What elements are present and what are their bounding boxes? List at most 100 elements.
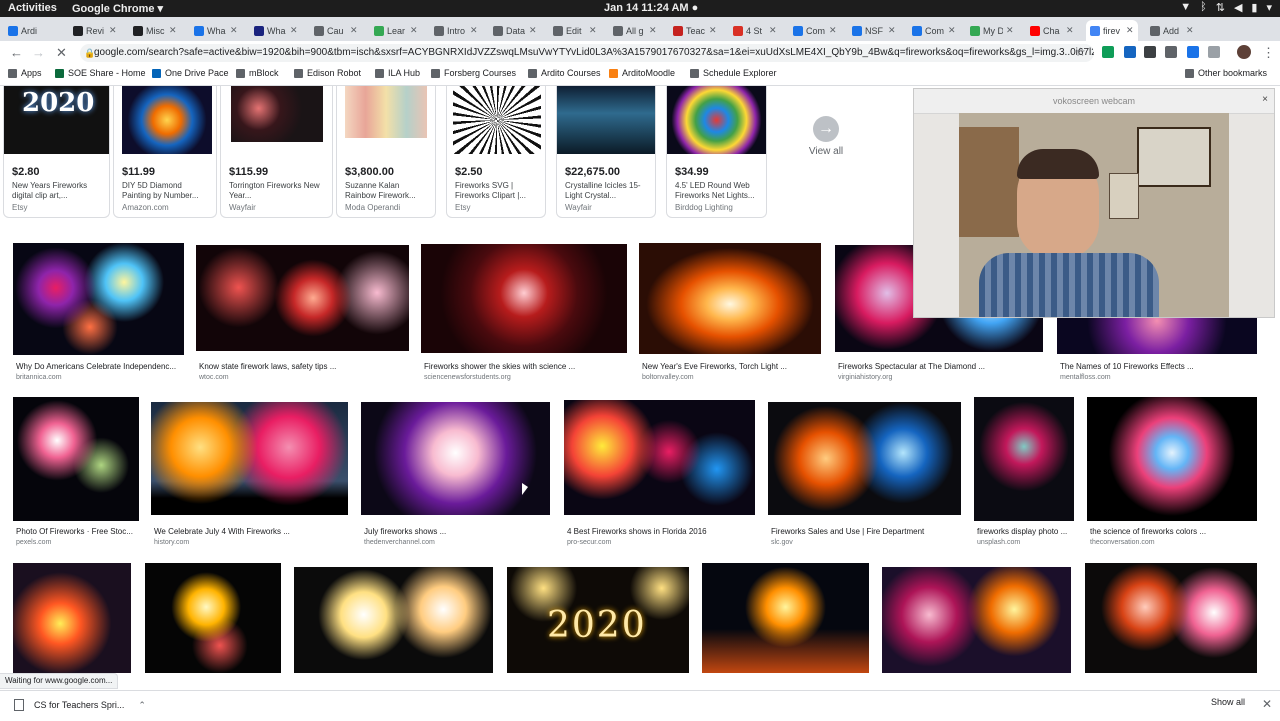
- shopping-card[interactable]: $34.99 4.5' LED Round Web Fireworks Net …: [666, 86, 767, 218]
- browser-tab[interactable]: Ardi: [8, 20, 41, 41]
- favicon-icon: [374, 25, 384, 36]
- browser-tab[interactable]: Cha ✕: [1030, 20, 1074, 41]
- folder-icon: [528, 68, 537, 78]
- forward-icon[interactable]: →: [32, 45, 45, 60]
- extension-icon[interactable]: [1187, 46, 1199, 58]
- extension-icon[interactable]: [1208, 46, 1220, 58]
- system-tray[interactable]: ▼ ᛒ ⇅ ◀ ▮ ▾: [1180, 1, 1272, 14]
- shopping-card[interactable]: $2.50 Fireworks SVG | Fireworks Clipart …: [446, 86, 546, 218]
- shopping-card[interactable]: $3,800.00 Suzanne Kalan Rainbow Firework…: [336, 86, 436, 218]
- browser-tab[interactable]: Wha ✕: [254, 20, 298, 41]
- bookmark-apps[interactable]: Apps: [8, 68, 42, 78]
- browser-tab[interactable]: Teac ✕: [673, 20, 717, 41]
- bookmark-item[interactable]: ILA Hub: [375, 68, 420, 78]
- other-bookmarks[interactable]: Other bookmarks: [1185, 68, 1267, 78]
- activities-button[interactable]: Activities: [8, 2, 57, 14]
- result-image: [13, 563, 131, 673]
- bookmark-item[interactable]: ArditoMoodle: [609, 68, 675, 78]
- browser-tab[interactable]: Lear ✕: [374, 20, 418, 41]
- close-icon[interactable]: ✕: [169, 25, 177, 36]
- close-icon[interactable]: ✕: [769, 25, 777, 36]
- chevron-down-icon: ▾: [1266, 2, 1272, 14]
- bookmark-folder[interactable]: Ardito Courses: [528, 68, 601, 78]
- close-icon[interactable]: ✕: [350, 25, 358, 36]
- browser-tab[interactable]: Com ✕: [793, 20, 837, 41]
- favicon-icon: [194, 25, 204, 36]
- clock[interactable]: Jan 14 11:24 AM ●: [604, 2, 698, 14]
- browser-tab[interactable]: Add ✕: [1150, 20, 1194, 41]
- back-icon[interactable]: ←: [10, 45, 23, 60]
- favicon-icon: [912, 25, 922, 36]
- close-icon[interactable]: ✕: [829, 25, 837, 36]
- bookmark-folder[interactable]: Edison Robot: [294, 68, 361, 78]
- shopping-card[interactable]: $11.99 DIY 5D Diamond Painting by Number…: [113, 86, 217, 218]
- close-icon[interactable]: ✕: [529, 25, 537, 36]
- browser-tab-active[interactable]: firev ✕: [1086, 20, 1138, 41]
- browser-tab[interactable]: All g ✕: [613, 20, 657, 41]
- result-caption: July fireworks shows ...: [364, 527, 447, 536]
- close-icon[interactable]: ✕: [230, 25, 238, 36]
- browser-tab[interactable]: Edit ✕: [553, 20, 597, 41]
- extension-icon[interactable]: [1165, 46, 1177, 58]
- bookmark-item[interactable]: One Drive Pace: [152, 68, 229, 78]
- stop-icon[interactable]: ✕: [56, 45, 67, 61]
- chevron-up-icon[interactable]: ⌃: [138, 700, 146, 711]
- product-image: [231, 86, 323, 142]
- shopping-card[interactable]: $22,675.00 Crystalline Icicles 15-Light …: [556, 86, 656, 218]
- avatar[interactable]: [1237, 45, 1251, 59]
- result-domain: britannica.com: [16, 374, 62, 381]
- show-all-button[interactable]: Show all: [1203, 697, 1253, 707]
- browser-tab[interactable]: Misc ✕: [133, 20, 177, 41]
- browser-tab[interactable]: Cau ✕: [314, 20, 358, 41]
- close-icon[interactable]: ✕: [709, 25, 717, 36]
- browser-tab[interactable]: NSF ✕: [852, 20, 896, 41]
- extension-icon[interactable]: [1124, 46, 1136, 58]
- browser-tab[interactable]: Com ✕: [912, 20, 956, 41]
- browser-tab[interactable]: 4 St ✕: [733, 20, 777, 41]
- close-icon[interactable]: ✕: [948, 25, 956, 36]
- download-filename: CS for Teachers Spri...: [34, 700, 125, 710]
- close-icon[interactable]: ×: [1262, 94, 1268, 105]
- close-icon[interactable]: ✕: [470, 25, 478, 36]
- close-icon[interactable]: ✕: [1186, 25, 1194, 36]
- app-menu[interactable]: Google Chrome ▾: [72, 2, 163, 15]
- close-icon[interactable]: ✕: [1066, 25, 1074, 36]
- browser-tab[interactable]: Wha ✕: [194, 20, 238, 41]
- browser-tab[interactable]: My D ✕: [970, 20, 1014, 41]
- extension-icon[interactable]: [1144, 46, 1156, 58]
- result-caption: the science of fireworks colors ...: [1090, 527, 1207, 536]
- menu-icon[interactable]: ⋮: [1262, 45, 1275, 61]
- webcam-window[interactable]: vokoscreen webcam ×: [913, 88, 1275, 318]
- shopping-card[interactable]: $115.99 Torrington Fireworks New Year...…: [220, 86, 333, 218]
- address-bar[interactable]: 🔒 google.com/search?safe=active&biw=1920…: [80, 44, 1094, 62]
- favicon-icon: [1150, 25, 1160, 36]
- close-icon[interactable]: ✕: [649, 25, 657, 36]
- extension-icon[interactable]: [1102, 46, 1114, 58]
- bookmark-folder[interactable]: Forsberg Courses: [431, 68, 516, 78]
- arrow-right-icon: →: [813, 116, 839, 142]
- result-caption: Why Do Americans Celebrate Independenc..…: [16, 362, 177, 371]
- product-price: $3,800.00: [345, 166, 394, 178]
- close-icon[interactable]: ✕: [290, 25, 298, 36]
- system-top-bar: Activities Google Chrome ▾ Jan 14 11:24 …: [0, 0, 1280, 17]
- bookmark-item[interactable]: mBlock: [236, 68, 279, 78]
- browser-tab[interactable]: Revi ✕: [73, 20, 117, 41]
- close-icon[interactable]: ✕: [1006, 25, 1014, 36]
- view-all-button[interactable]: → View all: [800, 116, 852, 157]
- result-image: [421, 244, 627, 353]
- browser-tab[interactable]: Data ✕: [493, 20, 537, 41]
- close-icon[interactable]: ✕: [410, 25, 418, 36]
- favicon-icon: [8, 25, 18, 36]
- close-icon[interactable]: ✕: [1126, 25, 1134, 36]
- bookmark-item[interactable]: SOE Share - Home: [55, 68, 146, 78]
- bookmark-item[interactable]: Schedule Explorer: [690, 68, 777, 78]
- close-icon[interactable]: ✕: [589, 25, 597, 36]
- browser-tab[interactable]: Intro ✕: [434, 20, 478, 41]
- shopping-card[interactable]: 2020 $2.80 New Years Fireworks digital c…: [3, 86, 110, 218]
- result-image: [882, 567, 1071, 673]
- bookmark-star-icon[interactable]: ☆: [1075, 45, 1086, 59]
- download-item[interactable]: CS for Teachers Spri... ⌃: [14, 699, 146, 711]
- close-icon[interactable]: ✕: [1262, 697, 1272, 711]
- close-icon[interactable]: ✕: [109, 25, 117, 36]
- close-icon[interactable]: ✕: [888, 25, 896, 36]
